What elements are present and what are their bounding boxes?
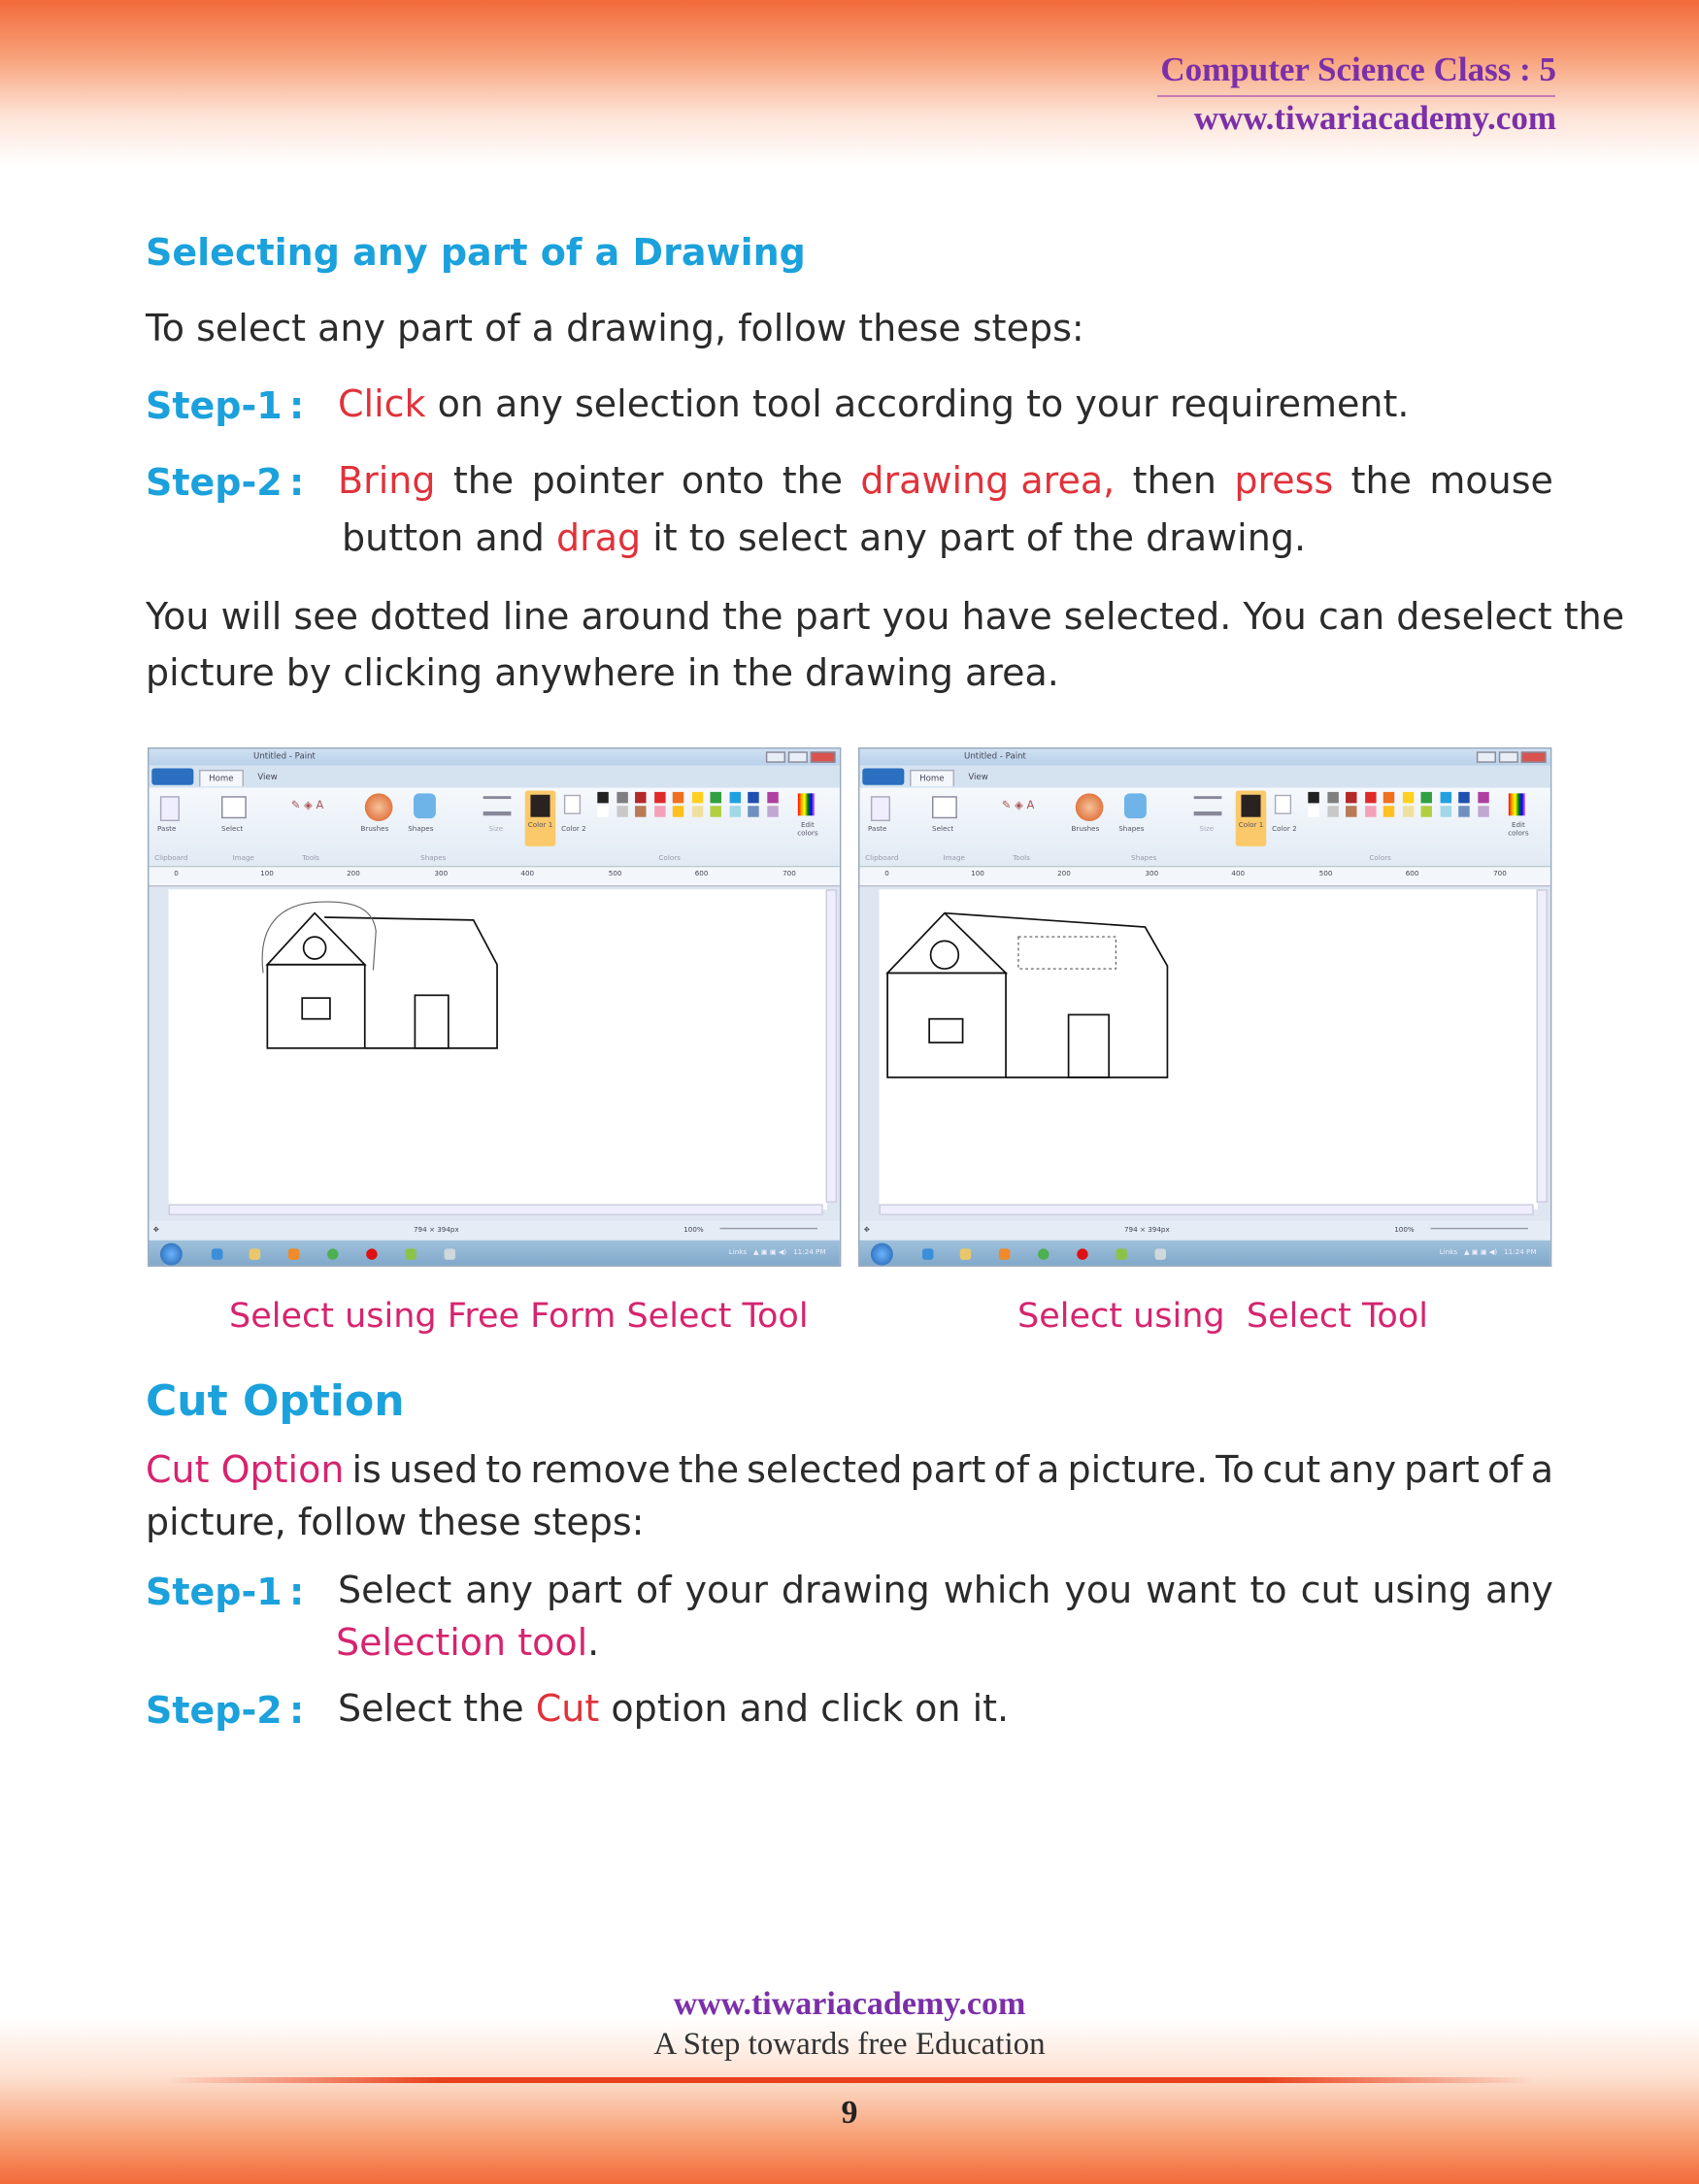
- word: is: [351, 1448, 382, 1491]
- word: drawing: [781, 1569, 930, 1611]
- word: then: [1132, 459, 1217, 502]
- house-drawing: [261, 901, 498, 1049]
- step-text: on any selection tool according to your …: [425, 382, 1410, 425]
- paragraph-line: picture by clicking anywhere in the draw…: [146, 651, 1059, 694]
- step-label: Step-1: [146, 384, 283, 427]
- footer-tagline: A Step towards free Education: [653, 2027, 1046, 2062]
- word: your: [684, 1569, 768, 1611]
- word: want: [1146, 1569, 1237, 1611]
- highlight-click: Click: [338, 382, 426, 425]
- word: of: [993, 1448, 1030, 1491]
- word: any: [1328, 1448, 1397, 1491]
- word: part: [547, 1569, 622, 1611]
- caption-select-tool: Select using Select Tool: [1017, 1297, 1428, 1336]
- highlight-bring: Bring: [338, 459, 436, 502]
- highlight-cut: Cut: [535, 1687, 600, 1730]
- step-colon: :: [289, 461, 305, 504]
- cut-step-1-line1: Select any part of your drawing which you want to…: [338, 1569, 1553, 1611]
- word: of: [1487, 1448, 1523, 1491]
- word: it to select any part of the drawing.: [641, 516, 1307, 559]
- word: cut: [1300, 1569, 1359, 1611]
- word: option and click on it.: [599, 1687, 1010, 1730]
- word: the: [452, 459, 515, 502]
- word: selected: [747, 1448, 903, 1491]
- header-website: www.tiwariacademy.com: [1193, 99, 1556, 137]
- footer-website: www.tiwariacademy.com: [673, 1986, 1026, 2022]
- word: onto: [681, 459, 765, 502]
- word: used: [388, 1448, 479, 1491]
- header-divider: [1157, 95, 1555, 97]
- word: mouse: [1429, 459, 1553, 502]
- paint-window-select: Untitled - Paint Home View Paste Select …: [858, 747, 1552, 1268]
- highlight-press: press: [1234, 459, 1334, 502]
- section-title-cut: Cut Option: [146, 1376, 405, 1426]
- word: To: [1216, 1448, 1255, 1491]
- word: button and: [342, 516, 556, 559]
- step-label: Step-2: [146, 1689, 283, 1732]
- word: you: [1064, 1569, 1133, 1611]
- paragraph-line: picture, follow these steps:: [146, 1501, 645, 1543]
- highlight-drag: drag: [556, 516, 642, 559]
- step-colon: :: [289, 1571, 305, 1613]
- step-label: Step-1: [146, 1571, 283, 1613]
- word: which: [943, 1569, 1051, 1611]
- cut-step-1-line2: Selection tool.: [336, 1621, 600, 1664]
- word: any: [465, 1569, 534, 1611]
- highlight-selection-tool: Selection tool: [336, 1621, 588, 1664]
- word: part: [910, 1448, 986, 1491]
- word: part: [1404, 1448, 1481, 1491]
- word: Cut Option: [146, 1448, 345, 1491]
- word: using: [1372, 1569, 1473, 1611]
- word: a: [1037, 1448, 1060, 1491]
- step-1-text: Click on any selection tool according to…: [338, 382, 1410, 425]
- word: cut: [1262, 1448, 1321, 1491]
- footer-divider: [165, 2077, 1534, 2083]
- word: of: [635, 1569, 672, 1611]
- word: any: [1485, 1569, 1553, 1611]
- intro-text: To select any part of a drawing, follow …: [146, 307, 1084, 349]
- step-colon: :: [289, 384, 305, 427]
- paragraph-line: You will see dotted line around the part…: [146, 595, 1625, 638]
- word: the: [782, 459, 844, 502]
- cut-paragraph-line1: Cut Option is used to remove the selected part o…: [146, 1448, 1553, 1491]
- page-number: 9: [841, 2095, 858, 2131]
- word: the: [1350, 459, 1412, 502]
- house-drawing: [885, 911, 1169, 1078]
- word: to: [1249, 1569, 1287, 1611]
- word: pointer: [531, 459, 664, 502]
- step-colon: :: [289, 1689, 305, 1732]
- word: to: [485, 1448, 523, 1491]
- section-title-selecting: Selecting any part of a Drawing: [146, 231, 806, 274]
- word: a: [1530, 1448, 1553, 1491]
- caption-free-form: Select using Free Form Select Tool: [229, 1297, 809, 1336]
- step-2-line2: button and drag it to select any part of…: [342, 516, 1307, 559]
- word: Select the: [338, 1687, 536, 1730]
- step-2-line1: Bring the pointer onto the drawing area,…: [338, 459, 1553, 502]
- word: the: [678, 1448, 740, 1491]
- cut-step-2-text: Select the Cut option and click on it.: [338, 1687, 1010, 1730]
- word: remove: [530, 1448, 671, 1491]
- word: Select: [338, 1569, 452, 1611]
- word: .: [587, 1621, 600, 1664]
- step-label: Step-2: [146, 461, 283, 504]
- word: picture.: [1067, 1448, 1209, 1491]
- class-label: Computer Science Class : 5: [1160, 50, 1556, 88]
- highlight-drawing-area: drawing area,: [860, 459, 1116, 502]
- paint-window-free-form: Untitled - Paint Home View Paste Select …: [148, 747, 842, 1268]
